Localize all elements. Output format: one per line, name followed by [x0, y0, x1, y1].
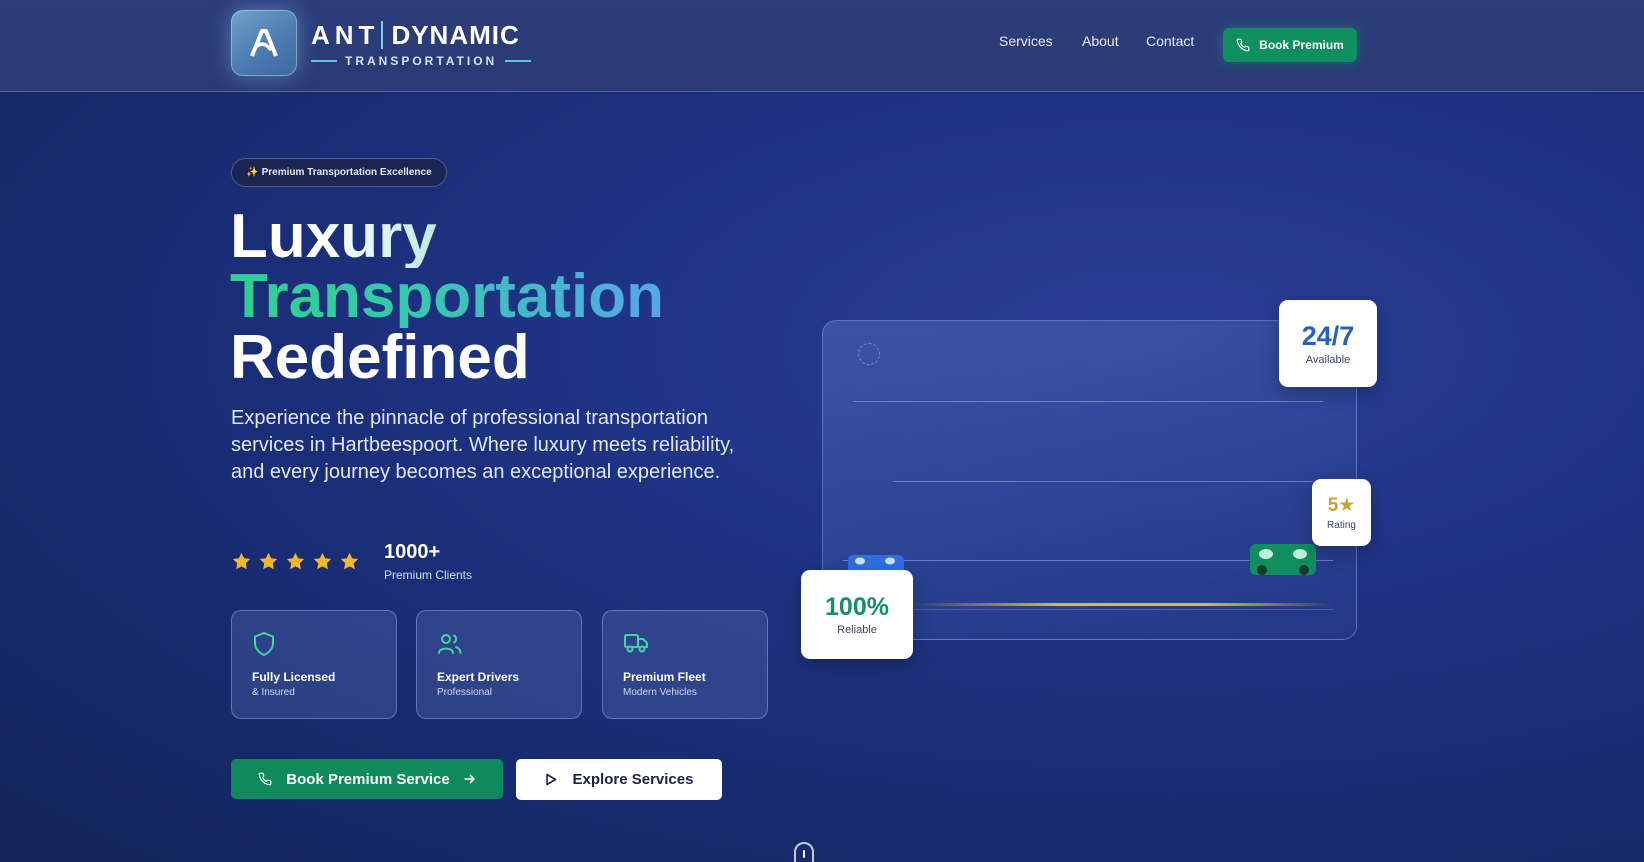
brand-primary: ANT — [311, 19, 380, 50]
brand-name[interactable]: ANT DYNAMIC — [311, 18, 520, 52]
book-premium-label: Book Premium — [1259, 38, 1344, 52]
logo-icon[interactable] — [231, 10, 297, 76]
users-icon — [438, 634, 462, 654]
site-header: ANT DYNAMIC TRANSPORTATION Services Abou… — [0, 0, 1644, 92]
explore-services-button[interactable]: Explore Services — [516, 759, 722, 800]
green-car-icon — [1250, 544, 1316, 575]
availability-value: 24/7 — [1301, 321, 1355, 351]
clients-count: 1000+ — [384, 541, 441, 563]
book-premium-service-label: Book Premium Service — [286, 770, 450, 788]
nav-about[interactable]: About — [1082, 33, 1119, 49]
truck-icon — [624, 634, 648, 653]
hero-badge: ✨ Premium Transportation Excellence — [231, 158, 447, 187]
rating-stars — [231, 551, 360, 572]
star-icon — [259, 552, 278, 570]
book-premium-button[interactable]: Book Premium — [1223, 28, 1357, 62]
shield-icon — [254, 632, 274, 656]
feature-card-fleet: Premium Fleet Modern Vehicles — [602, 610, 768, 719]
nav-services[interactable]: Services — [999, 33, 1053, 49]
tagline-text: TRANSPORTATION — [345, 54, 498, 68]
availability-card: 24/7 Available — [1279, 300, 1377, 387]
feature-title: Expert Drivers — [437, 670, 520, 684]
rating-label: Rating — [1327, 520, 1356, 531]
feature-subtitle: & Insured — [252, 687, 295, 698]
brand-secondary: DYNAMIC — [391, 19, 520, 50]
headline-line-3: Redefined — [230, 323, 530, 392]
feature-title: Fully Licensed — [252, 670, 336, 684]
star-icon — [313, 552, 332, 570]
star-icon — [340, 552, 359, 570]
star-icon — [286, 552, 305, 570]
road-line — [853, 401, 1323, 402]
availability-label: Available — [1305, 354, 1351, 366]
road-line — [893, 481, 1313, 482]
road-line — [883, 609, 1333, 610]
brand-tagline: TRANSPORTATION — [311, 53, 532, 69]
reliability-card: 100% Reliable — [801, 570, 913, 659]
book-premium-service-button[interactable]: Book Premium Service — [231, 759, 503, 799]
gold-route-line — [913, 603, 1333, 606]
phone-icon — [258, 772, 272, 786]
decorative-dot — [858, 343, 880, 365]
feature-card-licensed: Fully Licensed & Insured — [231, 610, 397, 719]
scroll-indicator[interactable] — [794, 842, 814, 862]
feature-title: Premium Fleet — [623, 670, 706, 684]
nav-contact[interactable]: Contact — [1146, 33, 1194, 49]
phone-icon — [1236, 38, 1250, 52]
clients-label: Premium Clients — [384, 568, 473, 582]
feature-subtitle: Modern Vehicles — [623, 687, 697, 698]
headline-line-1: Luxury — [230, 202, 437, 271]
play-icon — [545, 773, 556, 786]
hero-description: Experience the pinnacle of professional … — [231, 407, 735, 483]
tagline-line-right — [505, 60, 532, 62]
reliability-value: 100% — [825, 593, 889, 621]
logo-a-icon — [250, 29, 278, 57]
brand-separator — [381, 21, 384, 49]
explore-services-label: Explore Services — [572, 771, 694, 788]
rating-card: 5★ Rating — [1312, 479, 1371, 546]
feature-subtitle: Professional — [437, 687, 493, 698]
feature-card-drivers: Expert Drivers Professional — [416, 610, 582, 719]
arrow-right-icon — [463, 774, 475, 784]
tagline-line-left — [311, 60, 337, 62]
star-icon — [232, 552, 251, 570]
reliability-label: Reliable — [837, 624, 877, 636]
headline-line-2: Transportation — [230, 262, 665, 331]
rating-value: 5★ — [1327, 495, 1356, 516]
